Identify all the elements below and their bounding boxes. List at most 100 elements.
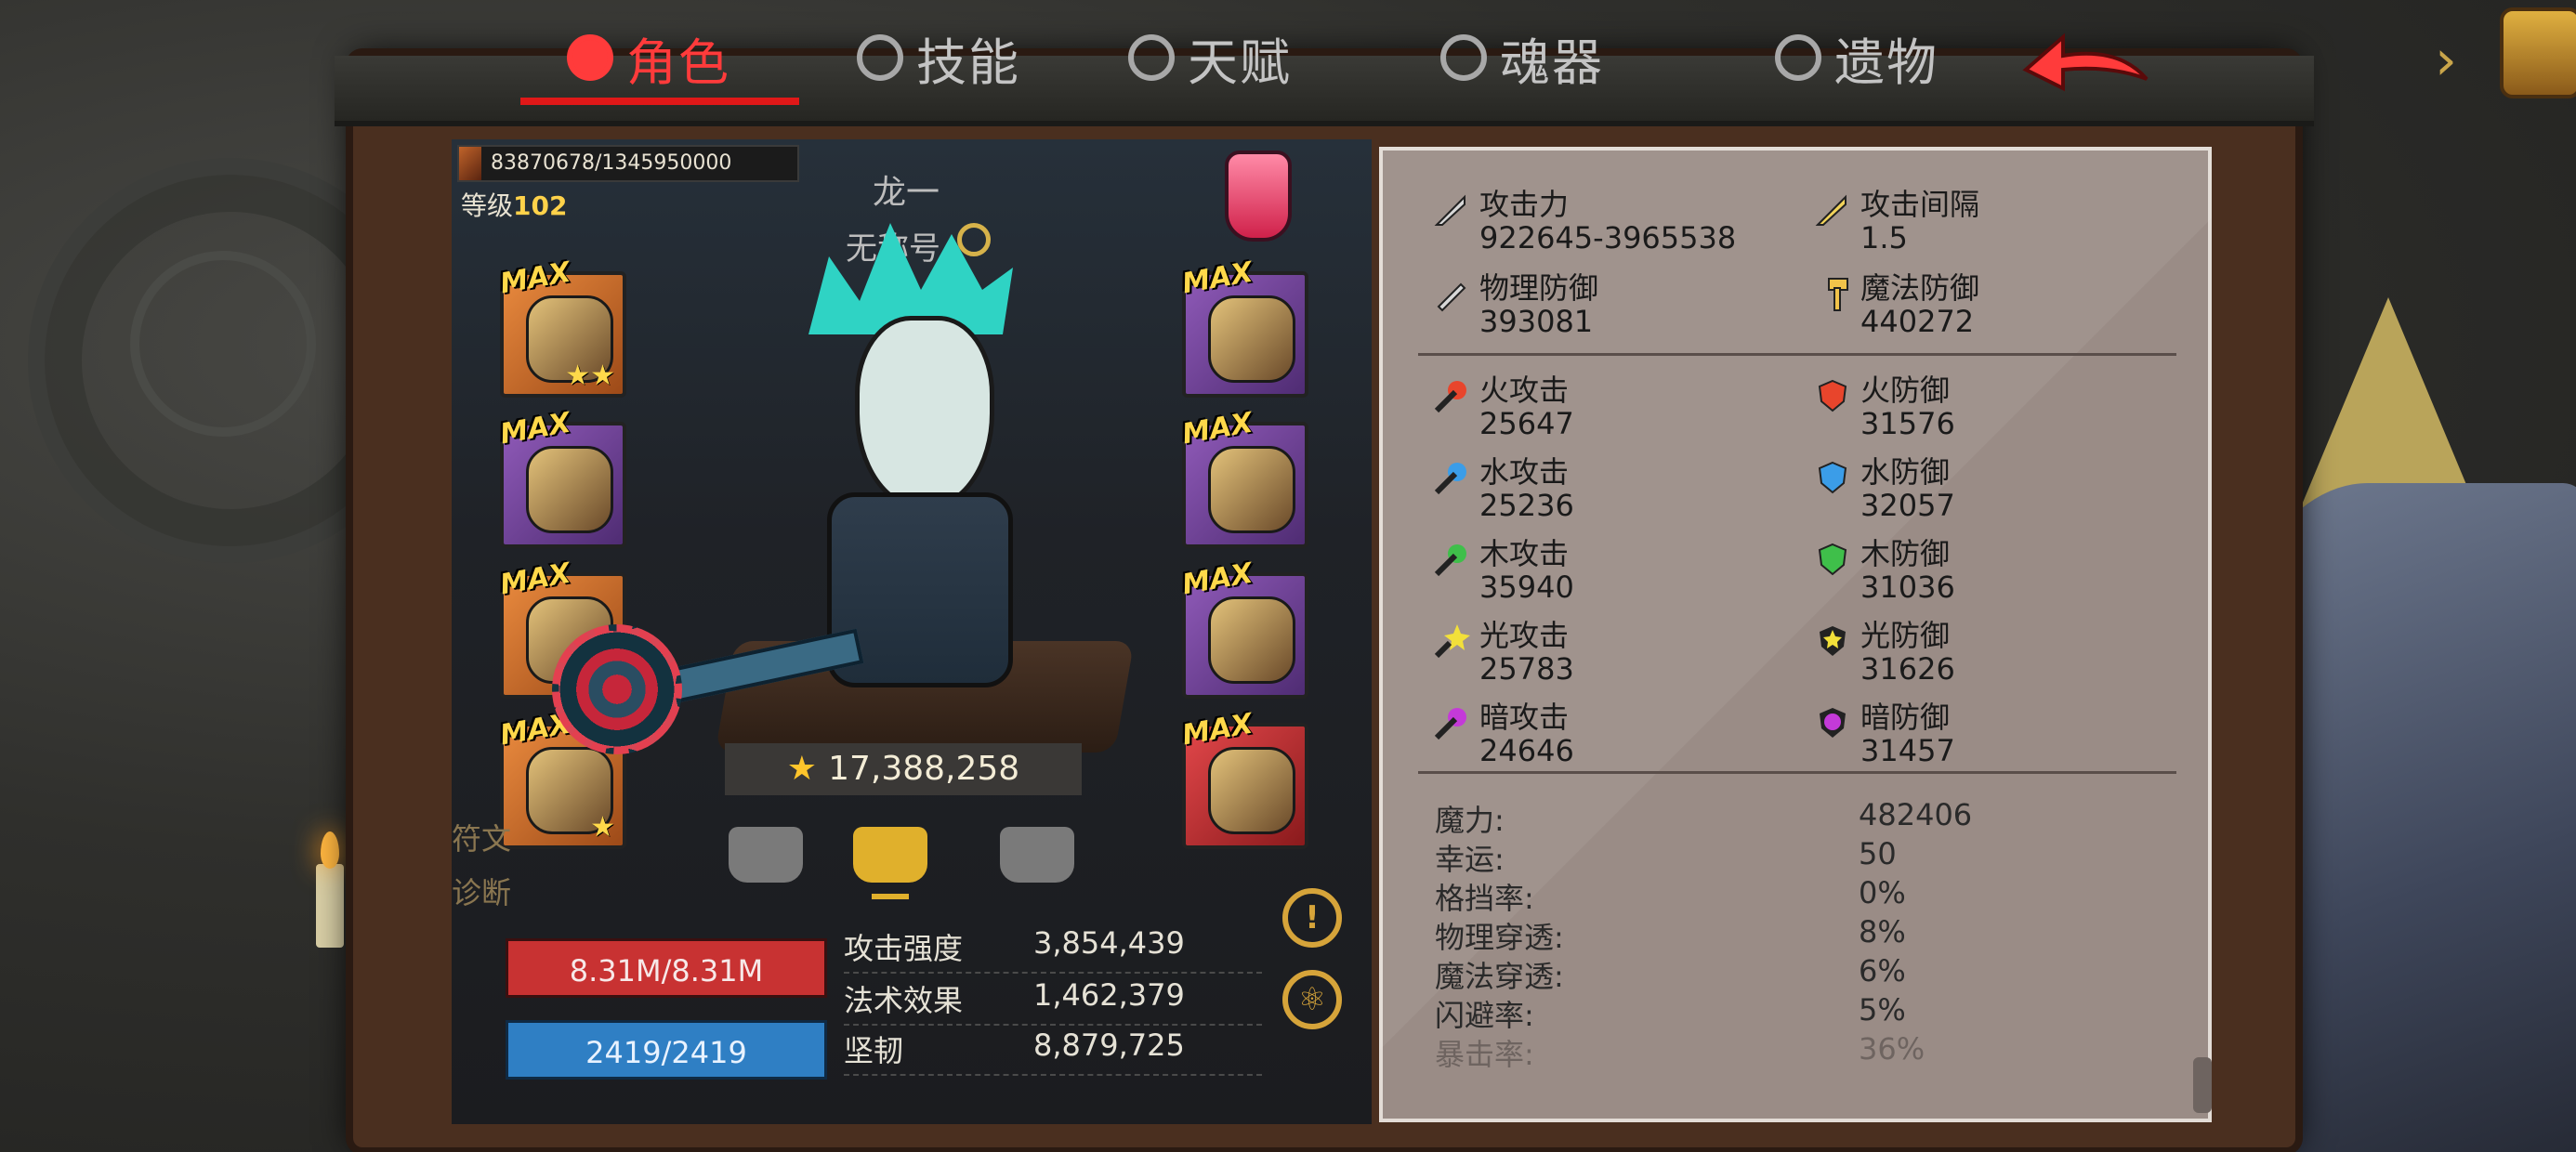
tab-character[interactable]: 角色 — [567, 20, 730, 95]
attr-label: 木防御 — [1860, 536, 1951, 571]
equipment-set-tab-3[interactable] — [1000, 827, 1074, 892]
misc-value: 50 — [1859, 836, 1897, 871]
attr-light-defense: 光防御 31626 — [1820, 619, 1955, 686]
tab-bar: 角色 技能 天赋 魂器 遗物 — [520, 0, 1970, 105]
tab-soul[interactable]: 魂器 — [1440, 20, 1604, 95]
attr-dark-attack: 暗攻击 24646 — [1434, 700, 1574, 767]
attr-value: 25236 — [1479, 488, 1574, 523]
rune-label[interactable]: 符文 — [452, 816, 511, 858]
tab-relic[interactable]: 遗物 — [1775, 20, 1939, 95]
attr-value: 31457 — [1860, 733, 1955, 768]
attr-label: 火防御 — [1860, 373, 1951, 408]
diagnose-label[interactable]: 诊断 — [452, 870, 511, 912]
attr-value: 35940 — [1479, 569, 1574, 605]
sword-icon — [1434, 194, 1465, 226]
dark-shield-icon — [1820, 708, 1846, 738]
wood-attack-icon — [1434, 544, 1466, 577]
attr-wood-defense: 木防御 31036 — [1818, 536, 1955, 604]
wood-shield-icon — [1818, 543, 1847, 576]
misc-stat-block: 格挡率: 0% — [1435, 875, 1906, 918]
tab-talent-label: 天赋 — [1188, 33, 1292, 92]
attr-light-attack: 光攻击 25783 — [1434, 618, 1574, 687]
speed-sword-icon — [1815, 194, 1847, 226]
misc-label: 魔法穿透: — [1435, 959, 1564, 994]
ring-item-icon — [1208, 596, 1295, 684]
water-attack-icon — [1434, 463, 1466, 495]
equip-slot-bracer[interactable]: MAX — [498, 407, 626, 548]
stat-value: 1,462,379 — [1033, 977, 1185, 1013]
character-name: 龙一 — [872, 174, 940, 212]
misc-stat-crit: 暴击率: 36% — [1435, 1031, 1925, 1074]
collapse-arrow-icon[interactable]: › — [2435, 28, 2457, 93]
equip-slot-cape[interactable]: MAX — [1180, 256, 1308, 398]
fire-shield-icon — [1818, 379, 1847, 412]
attr-label: 暗攻击 — [1479, 700, 1570, 735]
attr-label: 攻击间隔 — [1860, 187, 1980, 222]
armor-set-icon — [729, 827, 803, 883]
info-button[interactable]: ! — [1282, 888, 1342, 948]
dark-attack-icon — [1434, 708, 1466, 740]
attr-fire-attack: 火攻击 25647 — [1434, 373, 1574, 440]
equipment-set-tab-1[interactable] — [729, 827, 803, 892]
level-label: 等级 — [461, 190, 514, 221]
attr-dark-defense: 暗防御 31457 — [1820, 700, 1955, 768]
misc-value: 482406 — [1859, 797, 1973, 832]
misc-label: 闪避率: — [1435, 998, 1534, 1033]
equip-slot-armor[interactable]: MAX — [1180, 407, 1308, 548]
atom-button[interactable]: ⚛ — [1282, 970, 1342, 1029]
skill-icon — [857, 34, 903, 81]
mp-bar: 2419/2419 — [506, 1020, 827, 1080]
experience-value: 83870678/1345950000 — [491, 151, 732, 175]
attr-value: 1.5 — [1860, 220, 1908, 255]
misc-stat-luck: 幸运: 50 — [1435, 836, 1897, 879]
back-arrow-icon — [2022, 33, 2149, 92]
armor-item-icon — [1208, 446, 1295, 533]
attr-value: 31576 — [1860, 406, 1955, 441]
equip-slot-ring[interactable]: MAX — [1180, 557, 1308, 699]
stat-value: 3,854,439 — [1033, 925, 1185, 961]
equip-slot-amulet[interactable]: MAX — [1180, 708, 1308, 849]
level-display: 等级102 — [461, 186, 567, 223]
potion-icon[interactable] — [1225, 151, 1292, 242]
misc-label: 物理穿透: — [1435, 920, 1564, 955]
tab-talent[interactable]: 天赋 — [1128, 20, 1292, 95]
misc-label: 魔力: — [1435, 803, 1505, 838]
divider — [1418, 771, 2176, 774]
back-button[interactable] — [2007, 19, 2165, 93]
experience-bar: 83870678/1345950000 — [457, 145, 799, 182]
stat-label: 攻击强度 — [844, 931, 964, 966]
misc-label: 格挡率: — [1435, 881, 1534, 916]
tab-relic-label: 遗物 — [1834, 33, 1939, 92]
star-icon: ★ — [590, 811, 615, 844]
attr-attack: 攻击力 922645-3965538 — [1434, 188, 1736, 255]
tab-skills[interactable]: 技能 — [857, 20, 1020, 95]
atom-icon: ⚛ — [1297, 981, 1327, 1018]
attr-value: 25783 — [1479, 651, 1574, 687]
candle-flame-decoration — [321, 831, 339, 869]
equip-slot-helmet[interactable]: MAX ★★ — [498, 256, 626, 398]
attr-label: 光攻击 — [1479, 618, 1570, 653]
attr-label: 物理防御 — [1479, 270, 1599, 306]
attr-magic-defense: 魔法防御 440272 — [1828, 271, 1979, 338]
magic-hammer-icon — [1828, 278, 1848, 311]
equipment-set-tab-2[interactable] — [853, 827, 927, 899]
misc-value: 6% — [1859, 953, 1906, 988]
attr-label: 木攻击 — [1479, 536, 1570, 571]
tab-skills-label: 技能 — [916, 33, 1020, 92]
misc-value: 5% — [1859, 992, 1906, 1028]
fire-attack-icon — [1434, 381, 1466, 413]
treasure-chest-icon[interactable] — [2500, 7, 2576, 98]
stat-label: 坚韧 — [844, 1033, 904, 1068]
floor-rune-inner-decoration — [130, 251, 316, 437]
water-shield-icon — [1818, 461, 1847, 494]
armor-set-icon — [853, 827, 927, 883]
attr-value: 393081 — [1479, 304, 1594, 339]
set-tab-indicator — [872, 894, 909, 899]
divider — [1418, 353, 2176, 356]
stat-row-spell-effect: 法术效果 1,462,379 — [844, 977, 1262, 1026]
attr-label: 火攻击 — [1479, 373, 1570, 408]
tab-character-label: 角色 — [626, 33, 730, 92]
attr-label: 水防御 — [1860, 454, 1951, 490]
scrollbar[interactable] — [2193, 1057, 2212, 1113]
attr-fire-defense: 火防御 31576 — [1818, 373, 1955, 441]
